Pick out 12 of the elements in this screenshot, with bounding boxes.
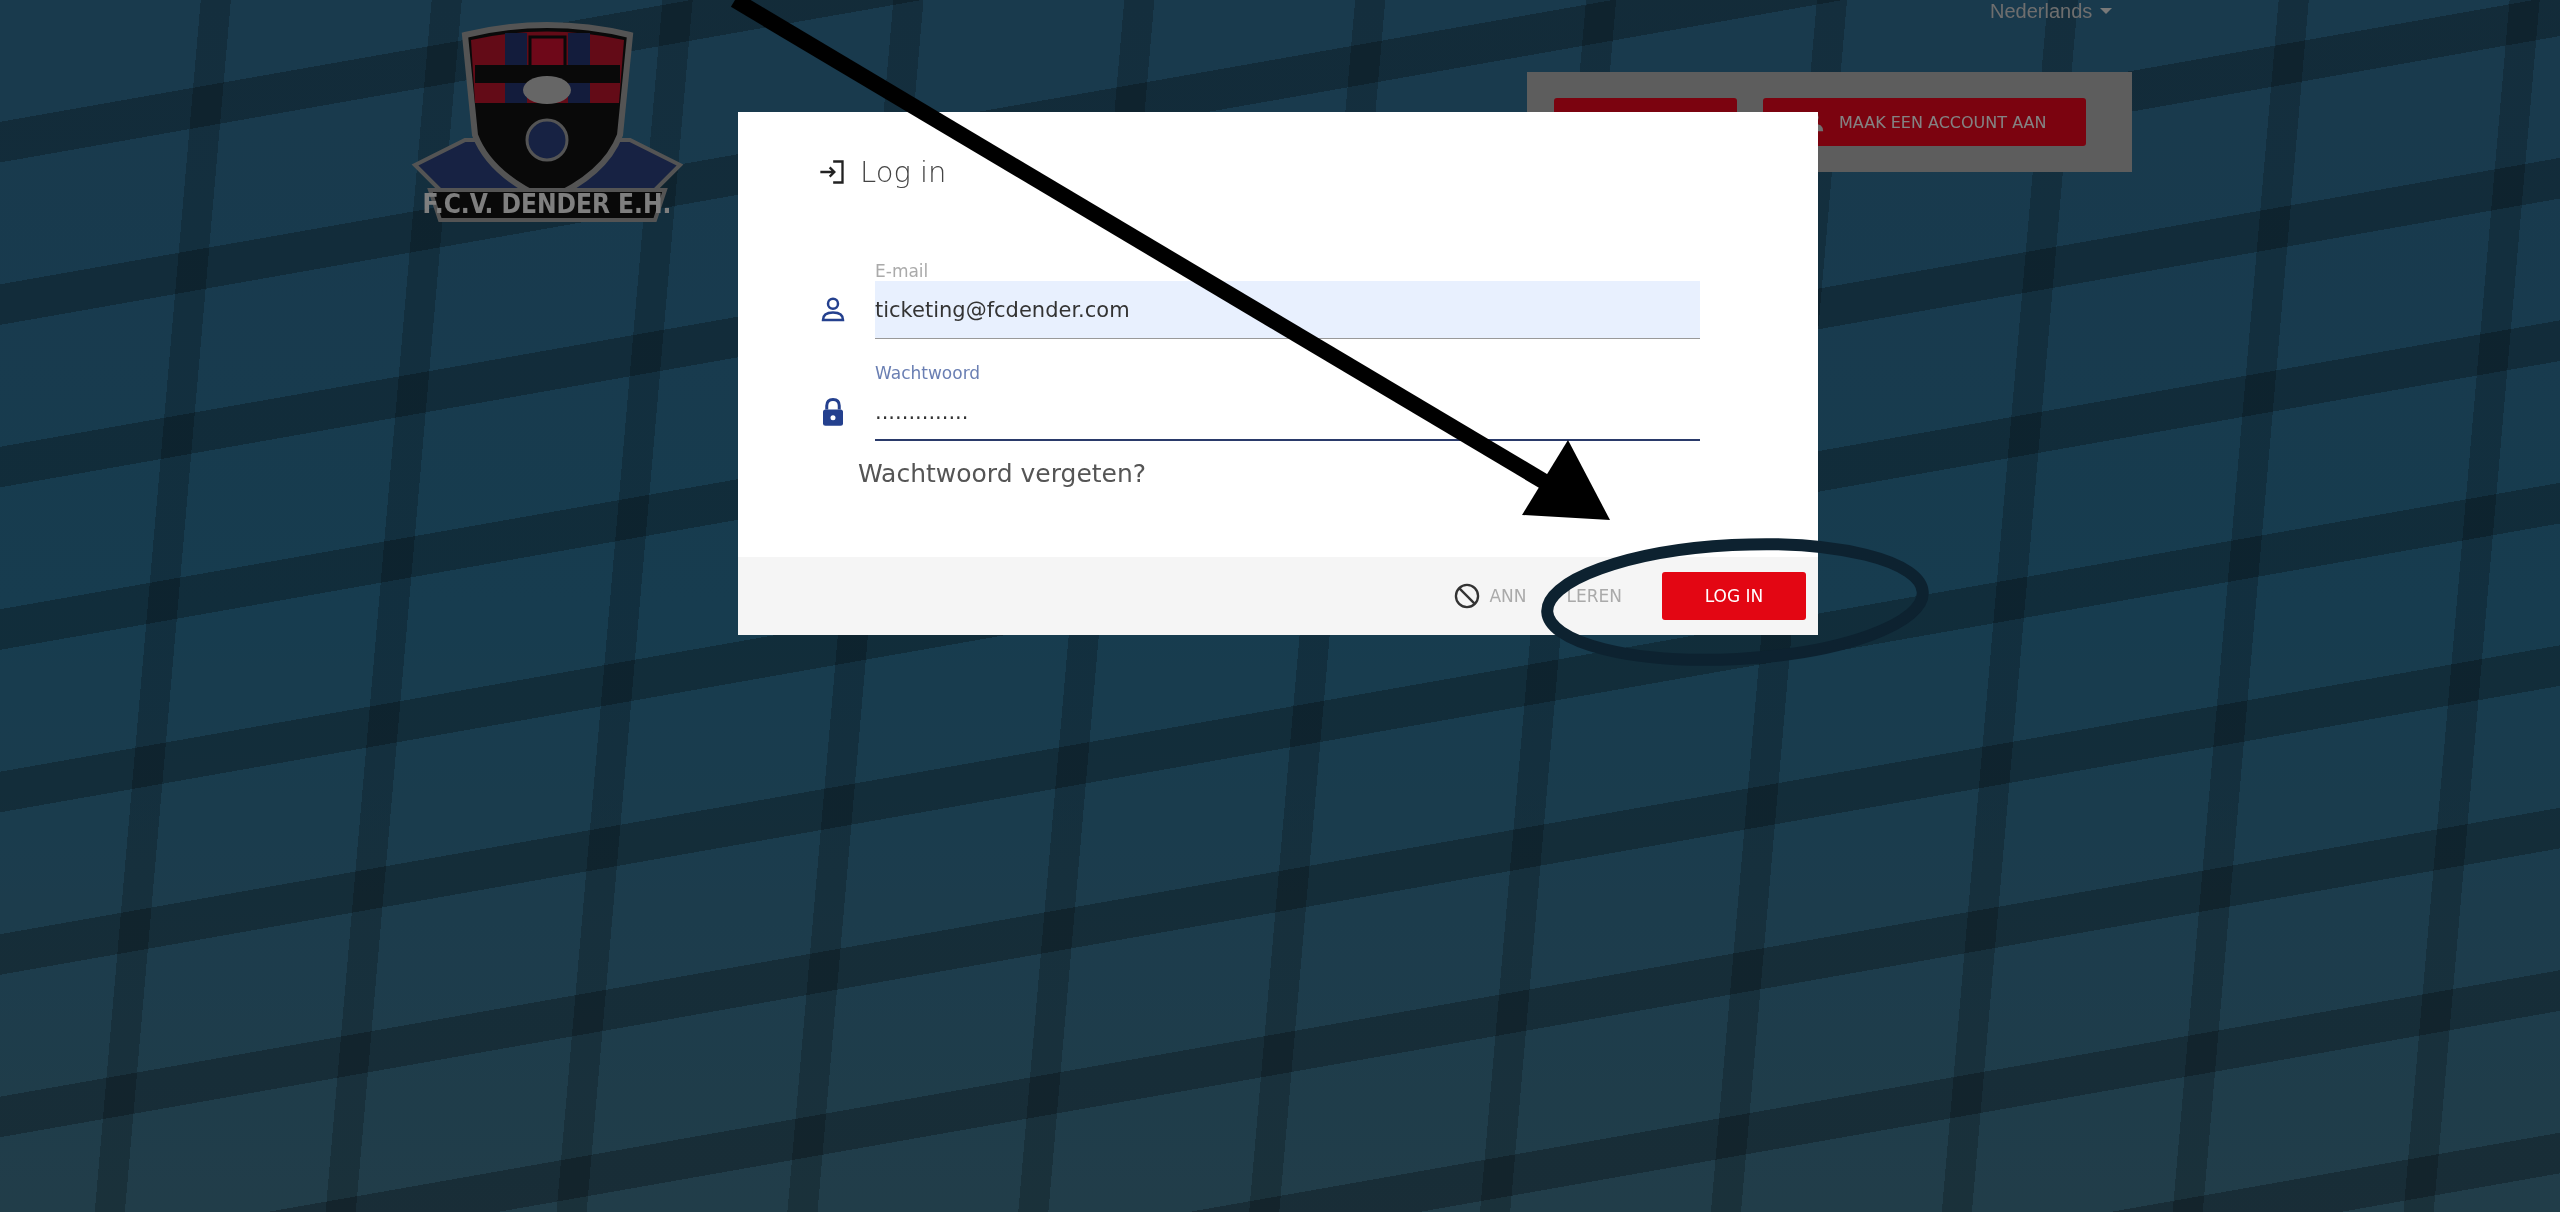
email-field[interactable]: ticketing@fcdender.com [875, 281, 1700, 339]
cancel-label: LEREN [1566, 586, 1622, 606]
field-label: E-mail [875, 261, 929, 281]
caret-icon [2100, 8, 2113, 14]
login-button[interactable]: LOG IN [1662, 572, 1806, 620]
cancel-label: ANN [1489, 586, 1527, 606]
login-icon [818, 158, 846, 186]
dialog-title: Log in [860, 155, 947, 189]
password-field[interactable]: .............. [875, 383, 1700, 441]
prohibited-icon [1453, 582, 1482, 610]
forgot-password-link[interactable]: Wachtwoord vergeten? [858, 459, 1147, 488]
field-label: Wachtwoord [875, 363, 981, 383]
